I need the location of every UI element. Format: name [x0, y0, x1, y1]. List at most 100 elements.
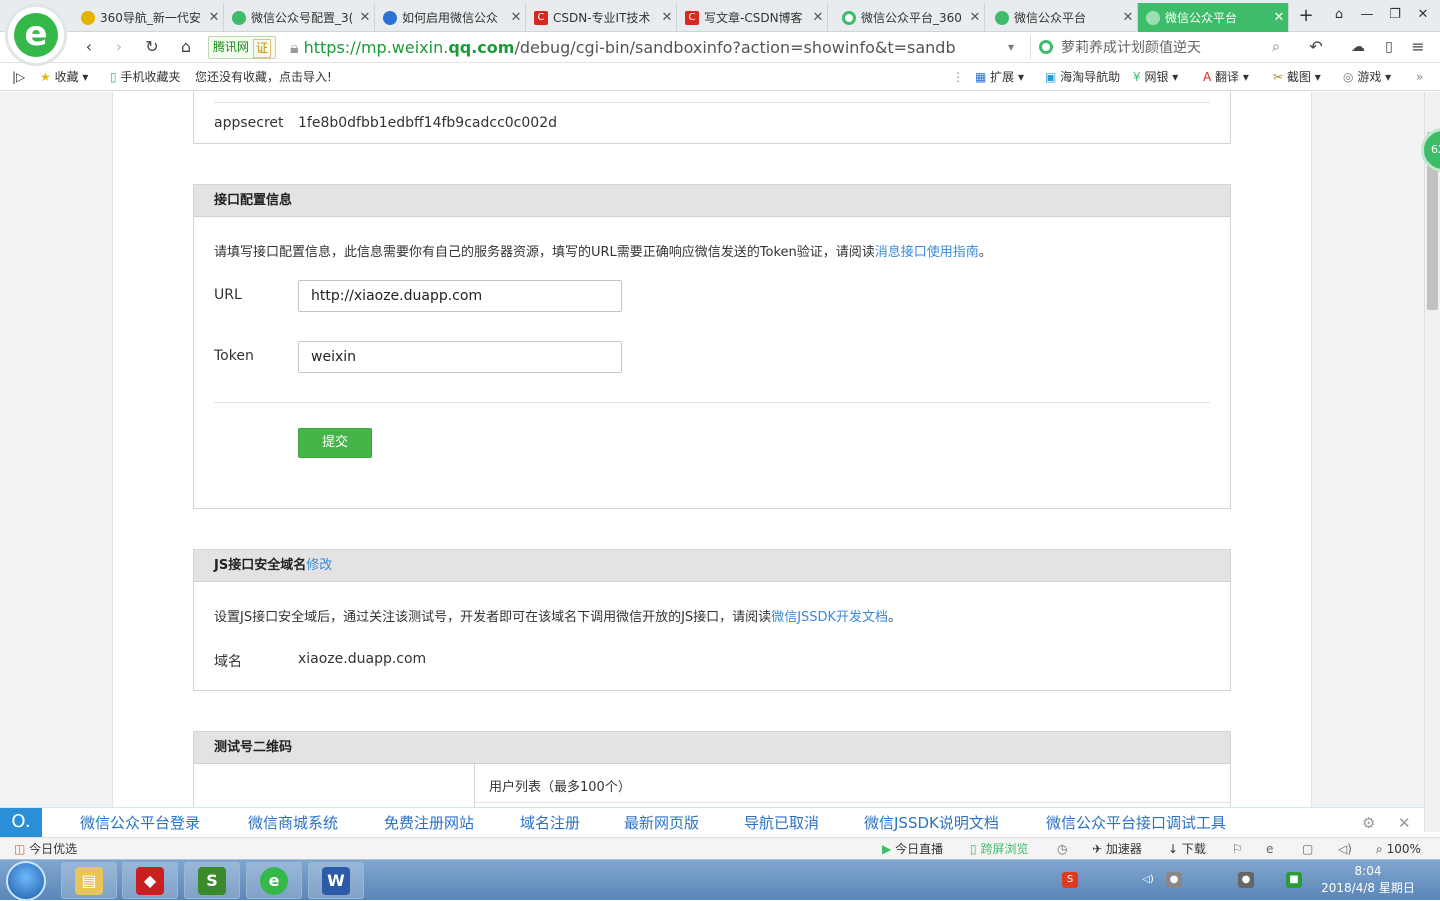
quick-link[interactable]: 免费注册网站: [384, 812, 474, 834]
quick-link[interactable]: 域名注册: [520, 812, 580, 834]
search-box[interactable]: 萝莉养成计划颜值逆天: [1030, 35, 1285, 59]
flag-icon[interactable]: ⚐: [1232, 841, 1243, 857]
tab-how-enable[interactable]: 如何启用微信公众 ✕: [375, 3, 526, 32]
cross-screen-button[interactable]: ▯ 跨屏浏览: [970, 841, 1028, 857]
clock[interactable]: 8:04 2018/4/8 星期日: [1318, 863, 1418, 897]
close-icon[interactable]: ✕: [507, 10, 525, 25]
close-icon[interactable]: ✕: [1270, 10, 1288, 25]
window-icon[interactable]: ▢: [1302, 841, 1313, 857]
js-domain-panel: JS接口安全域名修改 设置JS接口安全域后，通过关注该测试号，开发者即可在该域名…: [193, 549, 1231, 691]
new-tab-button[interactable]: +: [1295, 5, 1317, 27]
taskbar-app-red[interactable]: ◆: [122, 862, 178, 899]
favorites-button[interactable]: ★ 收藏 ▾: [40, 69, 88, 85]
import-hint[interactable]: 您还没有收藏，点击导入!: [195, 69, 332, 85]
close-icon[interactable]: ✕: [809, 10, 827, 25]
quick-link[interactable]: 导航已取消: [744, 812, 819, 834]
tab-csdn[interactable]: C CSDN-专业IT技术 ✕: [526, 3, 677, 32]
maximize-icon[interactable]: ❐: [1381, 4, 1409, 26]
menu-icon[interactable]: ≡: [1406, 36, 1430, 58]
quick-link[interactable]: 微信公众平台接口调试工具: [1046, 812, 1226, 834]
forward-icon[interactable]: ›: [108, 36, 130, 58]
refresh-icon[interactable]: ↻: [140, 36, 164, 58]
sidebar-toggle-icon[interactable]: |▷: [12, 69, 25, 85]
back-icon[interactable]: ‹: [78, 36, 100, 58]
close-icon[interactable]: ✕: [356, 10, 374, 25]
chevron-right-icon[interactable]: »: [1416, 69, 1423, 85]
translate-button[interactable]: A 翻译 ▾: [1203, 69, 1249, 85]
skin-icon[interactable]: ⌂: [1325, 4, 1353, 26]
download-icon: ↓: [1168, 842, 1179, 856]
tab-title: 微信公众平台: [1014, 11, 1087, 25]
close-icon[interactable]: ✕: [205, 10, 223, 25]
tab-title: 360导航_新一代安: [100, 11, 201, 25]
quick-link[interactable]: 最新网页版: [624, 812, 699, 834]
today-picks[interactable]: ◫ 今日优选: [14, 841, 77, 857]
wechat-icon: [995, 10, 1009, 25]
accelerator-label: 加速器: [1105, 842, 1142, 856]
quick-link[interactable]: 微信公众平台登录: [80, 812, 200, 834]
tab-wechat-config[interactable]: 微信公众号配置_3( ✕: [224, 3, 375, 32]
taskbar-explorer[interactable]: ▤: [61, 862, 117, 899]
accelerator-button[interactable]: ✈ 加速器: [1092, 841, 1142, 857]
minimize-icon[interactable]: —: [1353, 4, 1381, 26]
zoom-button[interactable]: ⌕ 100%: [1376, 841, 1421, 857]
quick-link[interactable]: 微信商城系统: [248, 812, 338, 834]
screenshot-button[interactable]: ✂ 截图 ▾: [1273, 69, 1321, 85]
home-icon[interactable]: ⌂: [174, 36, 198, 58]
extend-button[interactable]: ▦ 扩展 ▾: [975, 69, 1024, 85]
taskbar-word[interactable]: W: [308, 862, 364, 899]
bank-button[interactable]: ¥ 网银 ▾: [1133, 69, 1178, 85]
download-button[interactable]: ↓ 下载: [1168, 841, 1206, 857]
tray-app-icon[interactable]: ●: [1166, 872, 1182, 888]
jssdk-doc-link[interactable]: 微信JSSDK开发文档: [771, 610, 888, 625]
site-badge[interactable]: 腾讯网 证: [208, 36, 277, 59]
edit-link[interactable]: 修改: [306, 558, 332, 573]
close-icon[interactable]: ✕: [966, 10, 984, 25]
tab-wechat-360[interactable]: 微信公众平台_360 ✕: [834, 3, 985, 32]
token-input[interactable]: [298, 341, 622, 373]
close-icon[interactable]: ✕: [1398, 812, 1411, 834]
submit-button[interactable]: 提交: [298, 428, 372, 458]
start-button[interactable]: [6, 861, 46, 901]
taskbar-360-browser[interactable]: e: [246, 862, 302, 899]
dropdown-icon[interactable]: ▾: [1002, 36, 1020, 58]
live-button[interactable]: ▶ 今日直播: [882, 841, 943, 857]
sogou-ime-icon[interactable]: S: [1062, 872, 1078, 888]
360-search-icon[interactable]: O.: [0, 808, 42, 838]
scrollbar[interactable]: [1424, 92, 1440, 832]
settings-icon[interactable]: ⚙: [1362, 812, 1375, 834]
haitao-label: 海淘导航助: [1060, 70, 1121, 84]
wechat-icon: [1146, 10, 1160, 25]
bag-icon: ◫: [14, 842, 26, 856]
haitao-button[interactable]: ▣ 海淘导航助: [1045, 69, 1120, 85]
ie-icon[interactable]: e: [1266, 841, 1273, 857]
tab-title: CSDN-专业IT技术: [553, 11, 651, 25]
games-button[interactable]: ◎ 游戏 ▾: [1343, 69, 1391, 85]
address-bar[interactable]: 🔒︎ https://mp.weixin.qq.com/debug/cgi-bi…: [290, 37, 955, 59]
tab-csdn-write[interactable]: C 写文章-CSDN博客 ✕: [677, 3, 828, 32]
tab-wechat-platform-active[interactable]: 微信公众平台 ✕: [1138, 3, 1289, 32]
more-icon[interactable]: ⋮: [952, 69, 964, 85]
taskbar-sogou[interactable]: S: [184, 862, 240, 899]
mobile-icon[interactable]: ▯: [1378, 36, 1400, 58]
url-input[interactable]: [298, 280, 622, 312]
history-icon[interactable]: ◷: [1057, 841, 1067, 857]
cloud-icon[interactable]: ☁: [1346, 36, 1370, 58]
tab-wechat-platform[interactable]: 微信公众平台 ✕: [987, 3, 1138, 32]
url-label: URL: [214, 287, 242, 303]
test-account-panel: appsecret 1fe8b0dfbb1edbff14fb9cadcc0c00…: [193, 92, 1231, 144]
message-guide-link[interactable]: 消息接口使用指南: [875, 245, 979, 260]
close-icon[interactable]: ✕: [1119, 10, 1137, 25]
tab-360-nav[interactable]: 360导航_新一代安 ✕: [73, 3, 224, 32]
play-icon: ▶: [882, 842, 892, 856]
quick-link[interactable]: 微信JSSDK说明文档: [864, 812, 999, 834]
sound-icon[interactable]: ◁): [1338, 841, 1352, 857]
volume-icon[interactable]: ◁): [1140, 872, 1156, 888]
window-close-icon[interactable]: ✕: [1409, 4, 1437, 26]
undo-icon[interactable]: ↶: [1304, 36, 1328, 58]
tray-green-icon[interactable]: ■: [1286, 872, 1302, 888]
close-icon[interactable]: ✕: [658, 10, 676, 25]
tray-app2-icon[interactable]: ●: [1238, 872, 1254, 888]
browser-logo[interactable]: e: [5, 4, 67, 66]
mobile-favorites-button[interactable]: ▯ 手机收藏夹: [110, 69, 180, 85]
